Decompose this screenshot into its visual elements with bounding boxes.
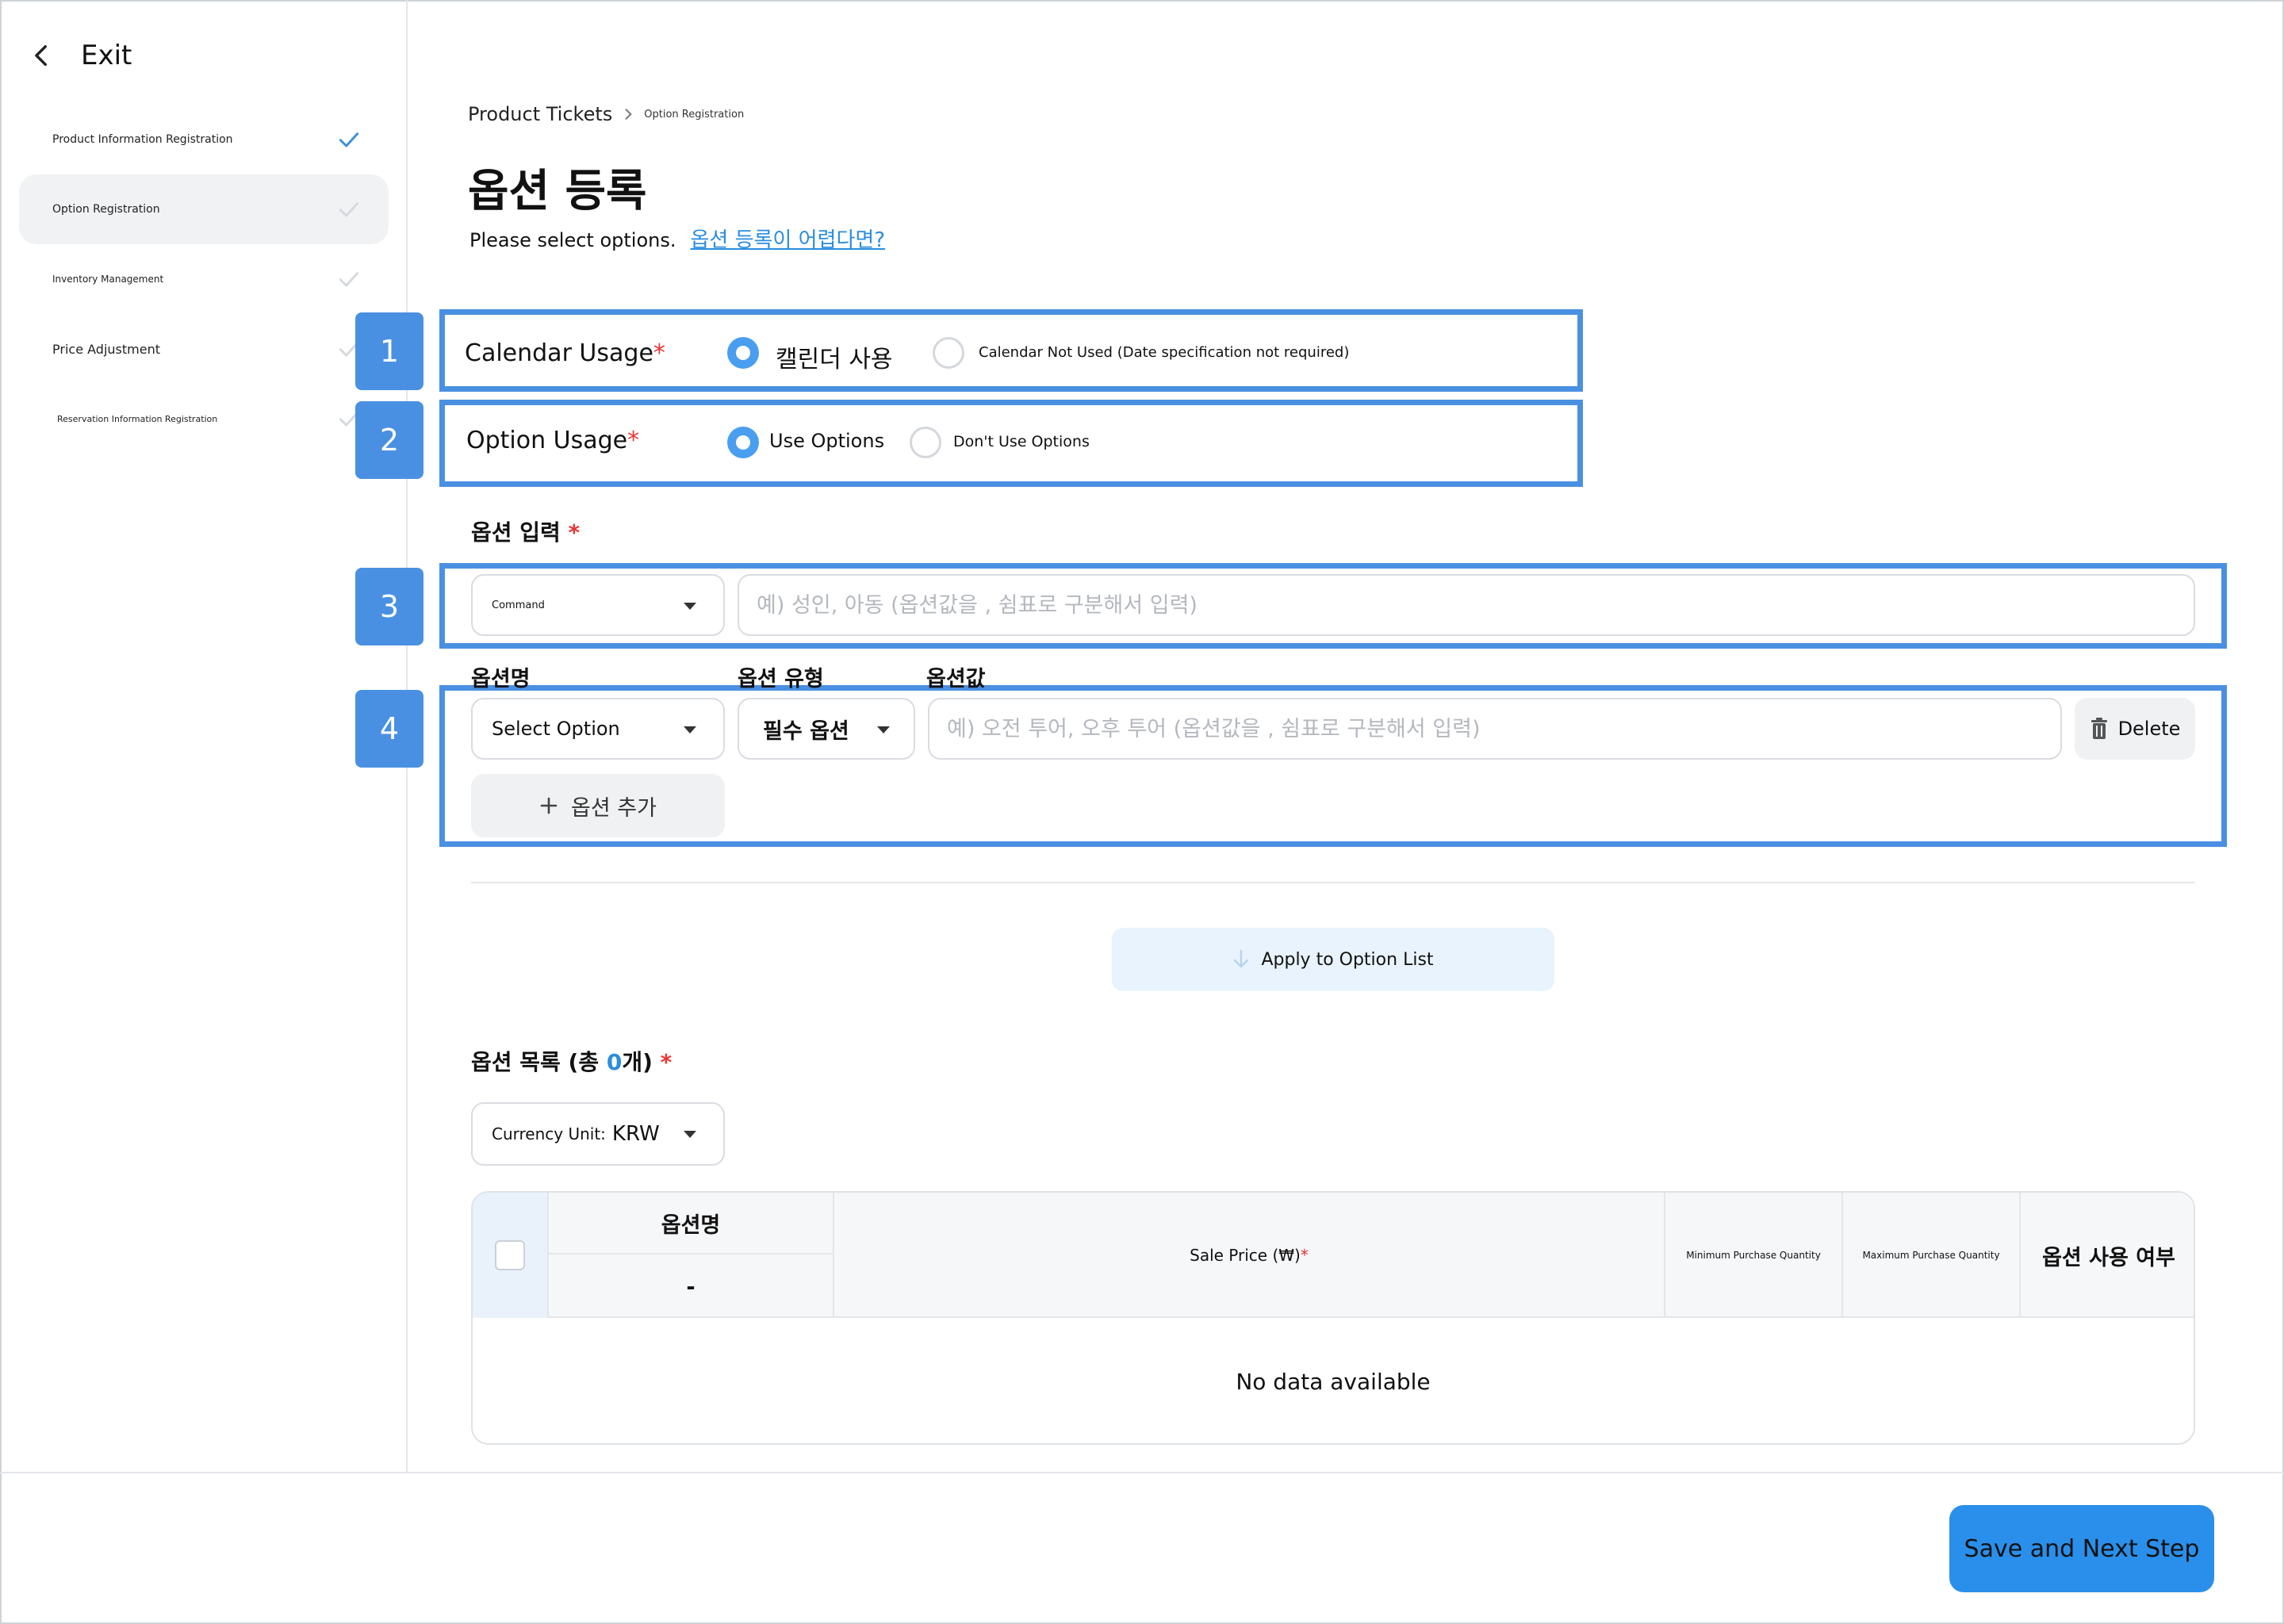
save-and-next-button[interactable]: Save and Next Step — [1949, 1505, 2214, 1592]
dont-use-options-radio[interactable] — [910, 427, 941, 458]
save-and-next-label: Save and Next Step — [1964, 1534, 2200, 1563]
th-option-use-status: 옵션 사용 여부 — [2042, 1245, 2175, 1270]
required-mark: * — [653, 339, 665, 367]
command-select-value: Command — [492, 599, 545, 611]
chevron-right-icon — [625, 109, 633, 120]
sidebar-step-label: Price Adjustment — [52, 341, 160, 357]
th-option-name-sub: - — [686, 1274, 696, 1300]
exit-label: Exit — [81, 40, 132, 71]
check-icon — [339, 132, 359, 147]
sidebar-step-inventory-management[interactable]: Inventory Management — [19, 244, 389, 314]
select-all-checkbox[interactable] — [495, 1240, 525, 1270]
required-mark: * — [1300, 1246, 1309, 1265]
col-option-value: 옵션값 — [926, 667, 986, 691]
help-link[interactable]: 옵션 등록이 어렵다면? — [690, 224, 885, 253]
sidebar-step-price-adjustment[interactable]: Price Adjustment — [19, 314, 389, 384]
col-option-type: 옵션 유형 — [738, 667, 824, 691]
apply-label: Apply to Option List — [1261, 949, 1434, 970]
option-usage-label: Option Usage* — [466, 427, 640, 454]
breadcrumb-current: Option Registration — [644, 108, 745, 121]
option-list-title: 옵션 목록 (총 0개) * — [471, 1049, 673, 1075]
option-count: 0 — [606, 1049, 623, 1075]
option-type-select[interactable]: 필수 옵션 — [738, 698, 915, 760]
sidebar-step-label: Product Information Registration — [52, 133, 233, 146]
step-badge-1: 1 — [355, 312, 423, 390]
required-mark: * — [627, 427, 640, 454]
th-sale-price: Sale Price (₩) * — [1190, 1246, 1309, 1265]
dont-use-options-label[interactable]: Don't Use Options — [953, 433, 1090, 450]
breadcrumb-parent[interactable]: Product Tickets — [468, 103, 612, 125]
step-badge-2: 2 — [355, 401, 423, 479]
calendar-not-used-radio[interactable] — [933, 337, 964, 369]
chevron-left-icon — [35, 44, 47, 67]
section-divider — [471, 882, 2195, 883]
check-icon — [339, 202, 359, 217]
caret-down-icon — [684, 603, 696, 610]
caret-down-icon — [684, 1131, 696, 1138]
th-min-purchase-qty: Minimum Purchase Quantity — [1686, 1250, 1821, 1261]
breadcrumb: Product Tickets Option Registration — [468, 103, 744, 125]
calendar-use-label[interactable]: 캘린더 사용 — [776, 339, 893, 374]
caret-down-icon — [684, 726, 696, 733]
step-badge-4: 4 — [355, 690, 423, 768]
required-mark: * — [660, 1049, 673, 1075]
currency-unit-value: KRW — [611, 1122, 660, 1146]
command-values-input[interactable] — [738, 574, 2195, 636]
calendar-not-used-label[interactable]: Calendar Not Used (Date specification no… — [979, 344, 1349, 361]
add-option-button[interactable]: 옵션 추가 — [471, 774, 725, 837]
table-empty-message: No data available — [1236, 1368, 1431, 1395]
table-header: 옵션명 - Sale Price (₩) * Minimum Purchase Q… — [473, 1193, 2194, 1318]
page-subtitle: Please select options. 옵션 등록이 어렵다면? — [469, 224, 885, 253]
sidebar-step-label: Reservation Information Registration — [57, 413, 218, 424]
option-list-table: 옵션명 - Sale Price (₩) * Minimum Purchase Q… — [471, 1191, 2195, 1445]
arrow-down-icon — [1234, 949, 1249, 968]
sidebar-step-label: Option Registration — [52, 203, 160, 216]
th-max-purchase-qty: Maximum Purchase Quantity — [1862, 1250, 2000, 1261]
use-options-label[interactable]: Use Options — [769, 430, 884, 452]
sidebar-step-reservation-information[interactable]: Reservation Information Registration — [19, 384, 389, 454]
plus-icon — [540, 797, 558, 814]
required-mark: * — [568, 519, 581, 546]
sidebar-step-label: Inventory Management — [52, 274, 164, 285]
sidebar-step-product-information[interactable]: Product Information Registration — [19, 105, 389, 174]
delete-label: Delete — [2117, 718, 2181, 740]
delete-option-button[interactable]: Delete — [2075, 698, 2195, 760]
calendar-use-radio[interactable] — [727, 337, 759, 369]
add-option-label: 옵션 추가 — [571, 795, 657, 821]
trash-icon — [2090, 718, 2107, 739]
select-all-column — [473, 1193, 547, 1318]
currency-unit-label: Currency Unit: — [492, 1124, 606, 1143]
caret-down-icon — [877, 726, 890, 733]
calendar-usage-label: Calendar Usage* — [465, 339, 665, 367]
col-option-name: 옵션명 — [471, 667, 531, 691]
option-name-select-value: Select Option — [492, 718, 620, 740]
option-name-select[interactable]: Select Option — [471, 698, 725, 760]
check-icon — [339, 272, 359, 287]
sidebar: Exit Product Information Registration Op… — [0, 0, 408, 1472]
th-option-name: 옵션명 — [549, 1193, 833, 1254]
subtitle-text: Please select options. — [469, 229, 676, 251]
exit-button[interactable]: Exit — [29, 40, 132, 71]
footer-divider — [0, 1472, 2284, 1473]
command-select[interactable]: Command — [471, 574, 725, 636]
currency-unit-select[interactable]: Currency Unit: KRW — [471, 1102, 725, 1166]
option-input-title: 옵션 입력 * — [471, 519, 581, 546]
page-title: 옵션 등록 — [468, 166, 647, 217]
use-options-radio[interactable] — [727, 427, 759, 458]
option-type-select-value: 필수 옵션 — [763, 718, 849, 744]
step-badge-3: 3 — [355, 568, 423, 645]
apply-to-option-list-button[interactable]: Apply to Option List — [1112, 928, 1554, 991]
sidebar-step-option-registration[interactable]: Option Registration — [19, 174, 389, 244]
option-values-input[interactable] — [928, 698, 2062, 760]
